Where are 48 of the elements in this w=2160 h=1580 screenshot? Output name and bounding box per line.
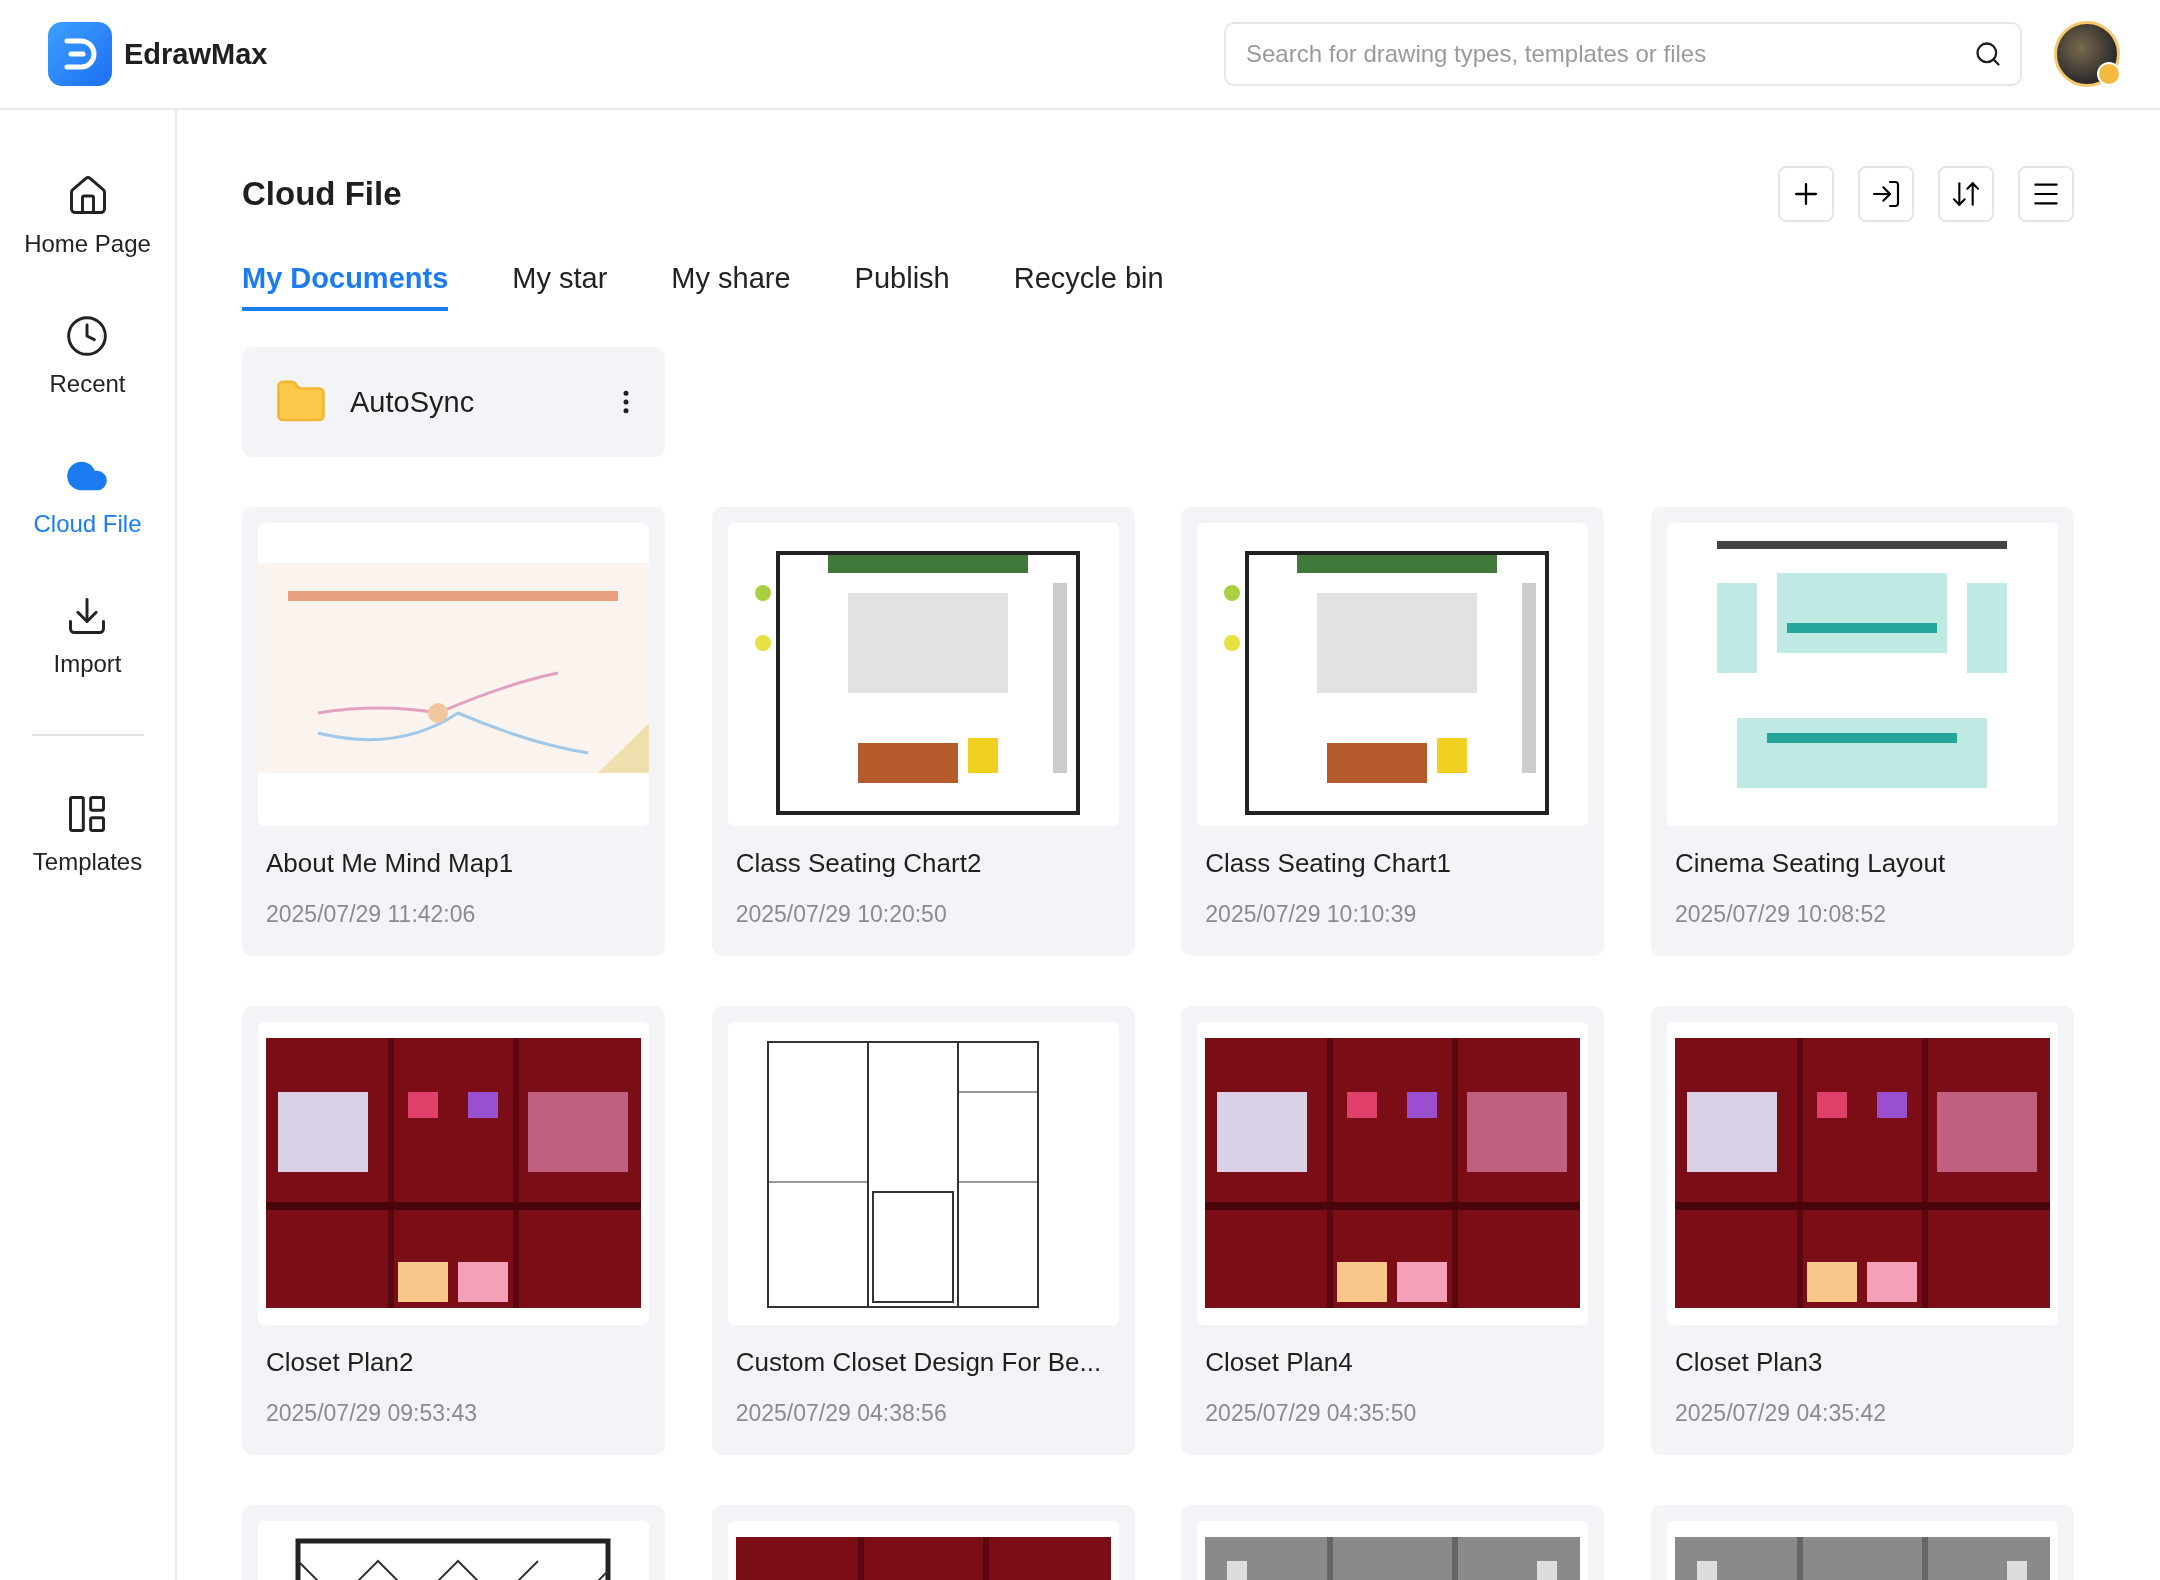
file-card[interactable]: Custom Closet Design For Be... 2025/07/29 04:38:56: [711, 1006, 1135, 1455]
file-card[interactable]: About Me Mind Map1 2025/07/29 11:42:06: [242, 507, 665, 956]
tab[interactable]: Publish: [854, 262, 950, 311]
file-name: About Me Mind Map1: [266, 848, 515, 879]
file-card[interactable]: Closet Plan2 2025/07/29 09:53:43: [242, 1006, 665, 1455]
file-date: 2025/07/29 04:35:42: [1674, 1400, 1887, 1427]
sidebar-item[interactable]: Recent: [49, 314, 126, 398]
file-card[interactable]: Class Seating Chart1 2025/07/29 10:10:39: [1181, 507, 1605, 956]
new-button[interactable]: [1778, 166, 1834, 222]
folder-card[interactable]: AutoSync: [242, 347, 665, 457]
file-date: 2025/07/29 10:10:39: [1205, 901, 1418, 928]
file-name: Custom Closet Design For Be...: [735, 1347, 1103, 1378]
sidebar-item[interactable]: Home Page: [24, 174, 151, 258]
page-title: Cloud File: [242, 175, 402, 213]
file-name: Closet Plan2: [266, 1347, 415, 1378]
file-name: Cinema Seating Layout: [1674, 848, 1947, 879]
file-date: 2025/07/29 04:38:56: [735, 1400, 948, 1427]
file-date: 2025/07/29 11:42:06: [266, 901, 477, 928]
import-icon: [1870, 178, 1902, 210]
file-date: 2025/07/29 10:08:52: [1674, 901, 1887, 928]
search-field[interactable]: Search for drawing types, templates or files: [1224, 22, 2022, 86]
file-name: Class Seating Chart2: [735, 848, 983, 879]
file-date: 2025/07/29 04:35:50: [1205, 1400, 1418, 1427]
clock-icon: [65, 314, 110, 358]
tab[interactable]: My star: [512, 262, 608, 311]
file-name: Closet Plan4: [1205, 1347, 1354, 1378]
file-name: Closet Plan3: [1674, 1347, 1824, 1378]
import-button[interactable]: [1858, 166, 1914, 222]
folder-name: AutoSync: [350, 385, 476, 419]
file-date: 2025/07/29 09:53:43: [266, 1400, 479, 1427]
file-name: Class Seating Chart1: [1205, 848, 1452, 879]
tab[interactable]: My Documents: [242, 262, 449, 311]
file-date: 2025/07/29 10:20:50: [735, 901, 948, 928]
sidebar-item[interactable]: Import: [53, 594, 122, 678]
badge-icon: [2097, 62, 2121, 86]
search-icon[interactable]: [1974, 40, 2002, 68]
app-name: EdrawMax: [124, 37, 268, 71]
file-card[interactable]: Class Seating Chart2 2025/07/29 10:20:50: [711, 507, 1135, 956]
app-logo: [48, 22, 112, 86]
file-card[interactable]: Closet Plan3 2025/07/29 04:35:42: [1650, 1006, 2074, 1455]
file-card[interactable]: Closet Plan4 2025/07/29 04:35:50: [1181, 1006, 1605, 1455]
sidebar-item[interactable]: Templates: [32, 792, 143, 876]
file-card[interactable]: Cinema Seating Layout 2025/07/29 10:08:52: [1650, 507, 2074, 956]
tab[interactable]: Recycle bin: [1013, 262, 1164, 311]
tab[interactable]: My share: [671, 262, 791, 311]
menu-button[interactable]: [2018, 166, 2074, 222]
sort-button[interactable]: [1938, 166, 1994, 222]
sidebar-item[interactable]: Cloud File: [33, 454, 142, 538]
